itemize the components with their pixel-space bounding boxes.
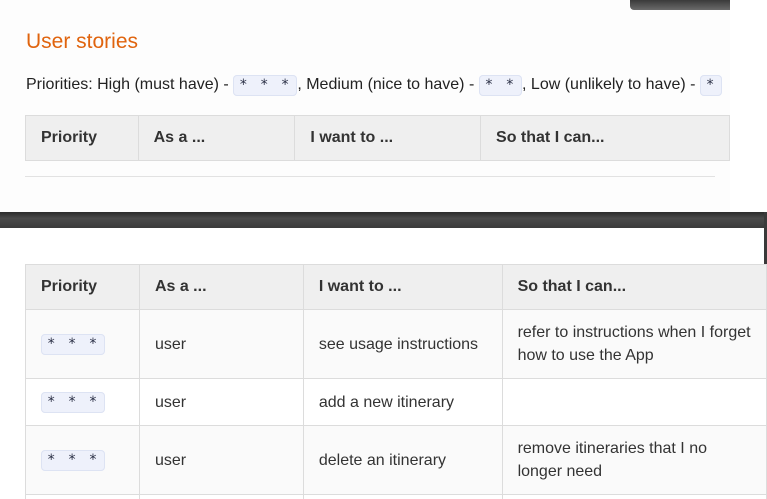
cell-partial: [302, 494, 503, 499]
priorities-prefix: Priorities: High (must have) -: [26, 76, 234, 93]
cell-so-that: [501, 378, 767, 426]
cell-partial: [138, 494, 304, 499]
priority-code: * * *: [41, 450, 106, 471]
cell-partial: [501, 494, 767, 499]
cell-priority: * * *: [25, 309, 140, 379]
priority-code: * * *: [41, 392, 106, 413]
header-priority: Priority: [25, 264, 140, 310]
cell-partial: [25, 494, 140, 499]
priority-high-code: * * *: [233, 75, 298, 96]
right-gutter: [730, 0, 767, 212]
priorities-legend: Priorities: High (must have) - * * *, Me…: [26, 75, 723, 96]
header-as-a: As a ...: [138, 264, 304, 310]
priorities-medium-text: , Medium (nice to have) -: [297, 76, 479, 93]
cell-priority: * * *: [25, 378, 140, 426]
page-top: User stories Priorities: High (must have…: [0, 0, 730, 212]
table-row: * * * user add a new itinerary: [25, 378, 767, 426]
priorities-low-text: , Low (unlikely to have) -: [522, 76, 700, 93]
cell-so-that: refer to instructions when I forget how …: [501, 309, 767, 379]
table-row-partial: [25, 494, 767, 499]
cell-i-want-to: delete an itinerary: [302, 425, 503, 495]
user-stories-table: Priority As a ... I want to ... So that …: [25, 264, 767, 499]
priority-medium-code: * *: [478, 75, 523, 96]
cell-i-want-to: see usage instructions: [302, 309, 503, 379]
section-title: User stories: [26, 30, 139, 53]
header-priority: Priority: [25, 115, 139, 161]
header-i-want-to: I want to ...: [302, 264, 503, 310]
page-divider: [0, 212, 767, 228]
priority-low-code: *: [699, 75, 723, 96]
header-so-that: So that I can...: [480, 115, 730, 161]
cell-so-that: remove itineraries that I no longer need: [501, 425, 767, 495]
cell-priority: * * *: [25, 425, 140, 495]
table-row: * * * user see usage instructions refer …: [25, 309, 767, 379]
cell-as-a: user: [138, 425, 304, 495]
header-so-that: So that I can...: [501, 264, 767, 310]
table-row: * * * user delete an itinerary remove it…: [25, 425, 767, 495]
header-i-want-to: I want to ...: [294, 115, 482, 161]
cell-i-want-to: add a new itinerary: [302, 378, 503, 426]
header-as-a: As a ...: [137, 115, 296, 161]
table-header-row: Priority As a ... I want to ... So that …: [25, 115, 730, 161]
table-header-row: Priority As a ... I want to ... So that …: [25, 264, 767, 310]
table-bottom-rule: [25, 176, 715, 177]
priority-code: * * *: [41, 334, 106, 355]
cell-as-a: user: [138, 309, 304, 379]
cell-as-a: user: [138, 378, 304, 426]
user-stories-table-header: Priority As a ... I want to ... So that …: [25, 115, 730, 161]
